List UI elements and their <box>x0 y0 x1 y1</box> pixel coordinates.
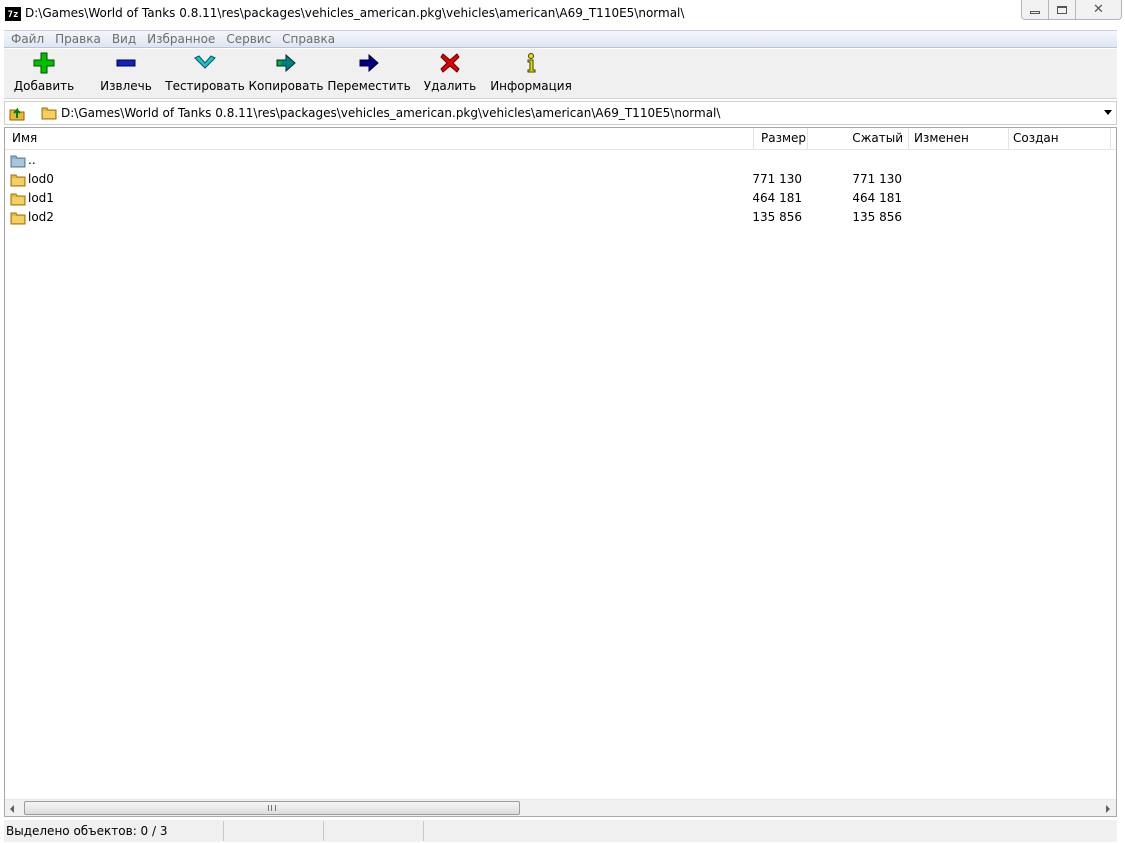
grip-icon <box>268 805 276 811</box>
add-label: Добавить <box>13 79 75 93</box>
column-name[interactable]: Имя <box>5 128 754 149</box>
maximize-button[interactable] <box>1049 0 1076 20</box>
move-button[interactable]: Переместить <box>327 52 411 96</box>
path-dropdown-icon[interactable] <box>1104 110 1112 115</box>
copy-arrow-icon <box>274 52 298 74</box>
list-item-parent[interactable]: .. <box>5 151 1116 170</box>
item-name: lod0 <box>28 172 54 186</box>
delete-button[interactable]: Удалить <box>422 52 478 96</box>
status-cell-2 <box>224 821 324 841</box>
add-button[interactable]: Добавить <box>13 52 75 96</box>
test-label: Тестировать <box>165 79 245 93</box>
column-created[interactable]: Создан <box>1009 128 1111 149</box>
info-label: Информация <box>490 79 572 93</box>
path-input[interactable]: D:\Games\World of Tanks 0.8.11\res\packa… <box>61 106 720 120</box>
menu-help[interactable]: Справка <box>278 31 342 47</box>
delete-x-icon <box>438 52 462 74</box>
column-size[interactable]: Размер <box>754 128 808 149</box>
menu-bar: Файл Правка Вид Избранное Сервис Справка <box>4 30 1117 48</box>
file-list: Имя Размер Сжатый Изменен Создан .. lod0… <box>4 127 1117 817</box>
horizontal-scrollbar[interactable] <box>5 799 1116 816</box>
folder-icon <box>41 105 57 124</box>
plus-icon <box>32 52 56 74</box>
item-size: 135 856 <box>752 210 802 224</box>
address-bar[interactable]: D:\Games\World of Tanks 0.8.11\res\packa… <box>4 101 1117 125</box>
scroll-right-icon[interactable] <box>1106 805 1110 813</box>
move-label: Переместить <box>327 79 411 93</box>
column-modified[interactable]: Изменен <box>909 128 1009 149</box>
list-item-lod1[interactable]: lod1 464 181 464 181 <box>5 189 1116 208</box>
item-name: lod2 <box>28 210 54 224</box>
item-size: 464 181 <box>752 191 802 205</box>
column-packed[interactable]: Сжатый <box>808 128 909 149</box>
test-button[interactable]: Тестировать <box>165 52 245 96</box>
toolbar: Добавить Извлечь Тестировать Копировать … <box>4 49 1117 99</box>
list-item-lod2[interactable]: lod2 135 856 135 856 <box>5 208 1116 227</box>
item-size: 771 130 <box>752 172 802 186</box>
scroll-left-icon[interactable] <box>10 805 14 813</box>
delete-label: Удалить <box>423 79 477 93</box>
minimize-icon <box>1030 11 1040 14</box>
title-bar: 7z D:\Games\World of Tanks 0.8.11\res\pa… <box>0 0 1125 30</box>
window-title: D:\Games\World of Tanks 0.8.11\res\packa… <box>25 6 685 20</box>
menu-tools[interactable]: Сервис <box>222 31 278 47</box>
item-name: .. <box>28 153 36 167</box>
status-bar: Выделено объектов: 0 / 3 <box>4 820 1117 842</box>
status-selected: Выделено объектов: 0 / 3 <box>4 821 224 841</box>
close-icon: ✕ <box>1093 2 1104 17</box>
copy-label: Копировать <box>248 79 324 93</box>
extract-button[interactable]: Извлечь <box>98 52 154 96</box>
menu-file[interactable]: Файл <box>7 31 51 47</box>
minus-icon <box>114 52 138 74</box>
parent-folder-button[interactable] <box>7 104 27 122</box>
extract-label: Извлечь <box>100 79 152 93</box>
folder-up-icon <box>9 107 25 121</box>
status-cell-3 <box>324 821 424 841</box>
app-7zip-icon: 7z <box>5 7 21 21</box>
info-button[interactable]: Информация <box>490 52 572 96</box>
minimize-button[interactable] <box>1021 0 1049 20</box>
list-item-lod0[interactable]: lod0 771 130 771 130 <box>5 170 1116 189</box>
scroll-thumb[interactable] <box>24 801 520 815</box>
item-packed: 771 130 <box>852 172 902 186</box>
column-extra[interactable] <box>1111 128 1117 149</box>
maximize-icon <box>1057 5 1067 14</box>
menu-favorites[interactable]: Избранное <box>143 31 222 47</box>
item-packed: 135 856 <box>852 210 902 224</box>
item-packed: 464 181 <box>852 191 902 205</box>
move-arrow-icon <box>357 52 381 74</box>
folder-icon <box>10 210 26 229</box>
item-name: lod1 <box>28 191 54 205</box>
menu-view[interactable]: Вид <box>108 31 143 47</box>
menu-edit[interactable]: Правка <box>51 31 108 47</box>
list-header: Имя Размер Сжатый Изменен Создан <box>5 128 1116 150</box>
info-icon <box>519 52 543 74</box>
copy-button[interactable]: Копировать <box>248 52 324 96</box>
checkmark-icon <box>193 52 217 74</box>
window-controls: ✕ <box>1021 0 1122 20</box>
close-button[interactable]: ✕ <box>1076 0 1122 20</box>
